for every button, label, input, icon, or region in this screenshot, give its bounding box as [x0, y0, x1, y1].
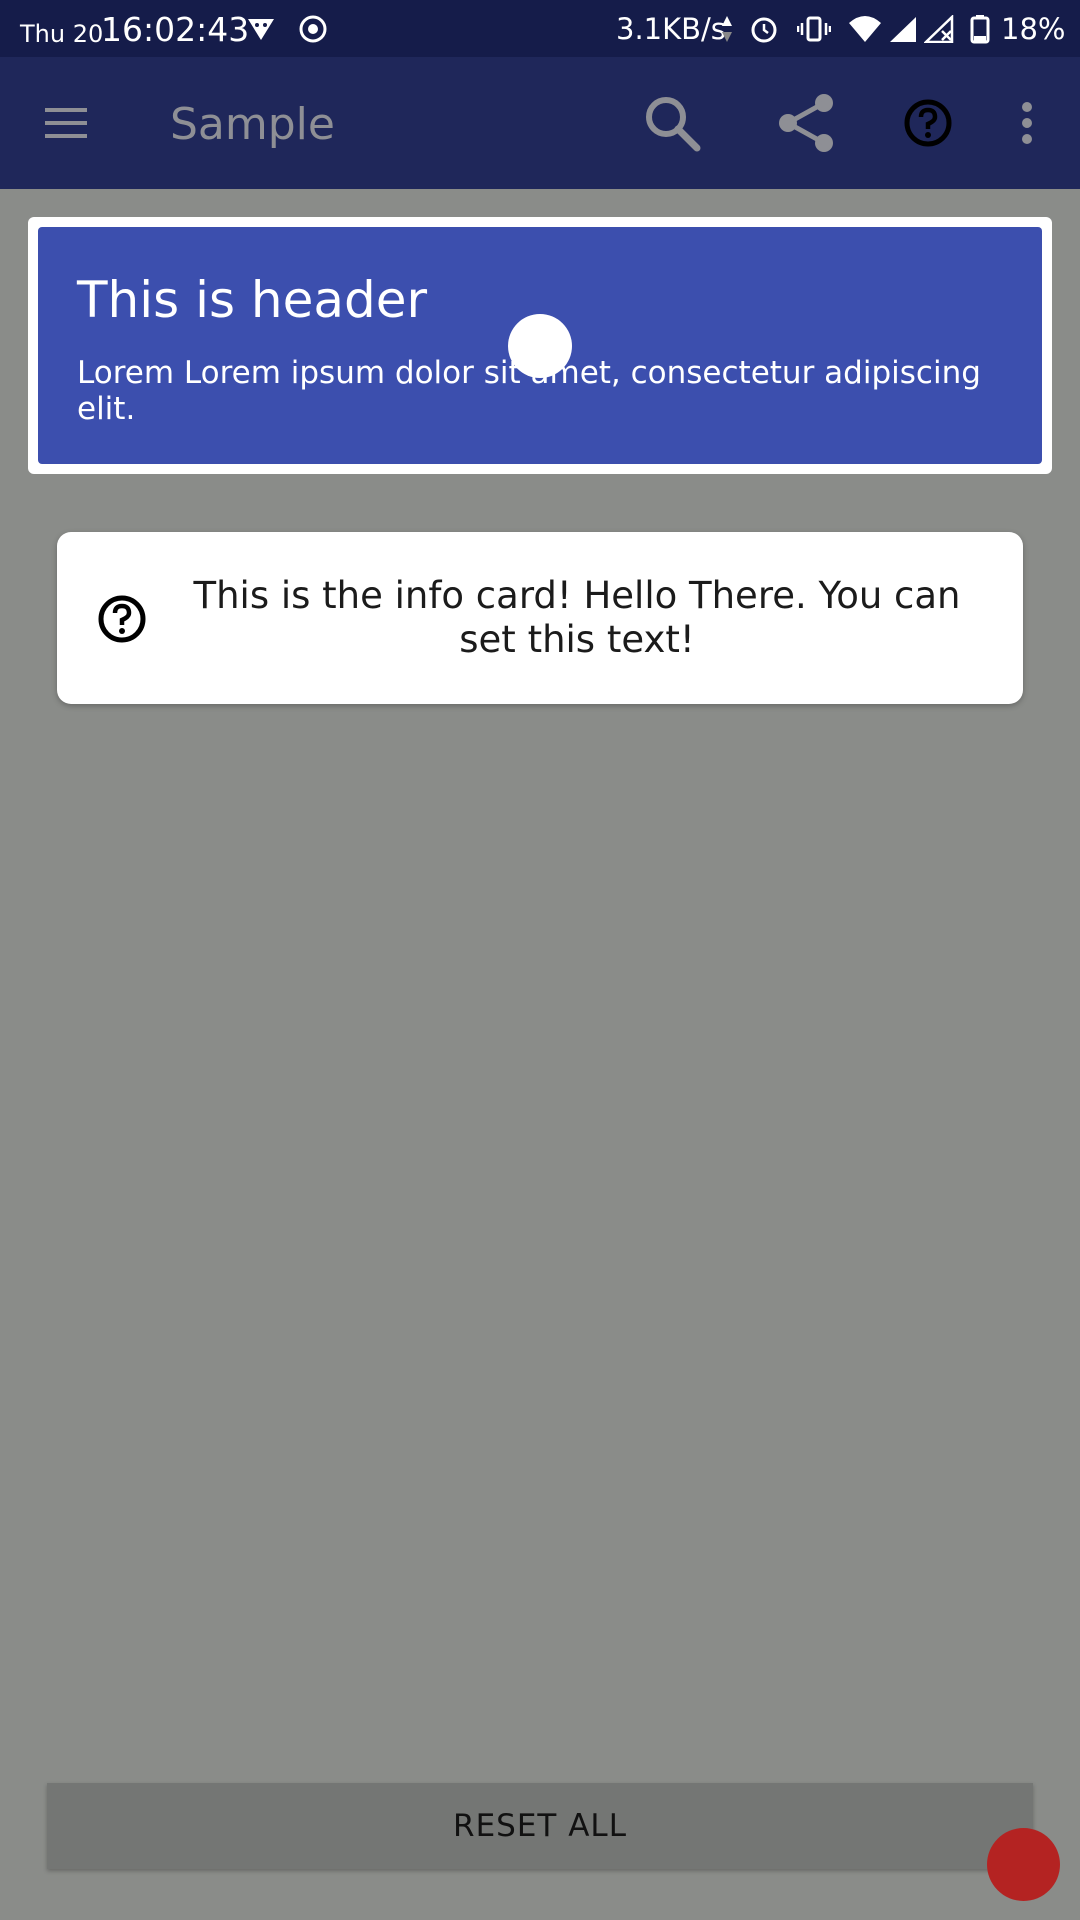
vpn-icon [244, 12, 278, 46]
app-title: Sample [170, 99, 335, 150]
touch-indicator [508, 314, 572, 378]
info-card[interactable]: This is the info card! Hello There. You … [57, 532, 1023, 704]
status-time: 16:02:43 [101, 10, 250, 49]
header-title: This is header [77, 271, 428, 329]
wifi-icon [848, 12, 882, 46]
search-icon[interactable] [636, 87, 708, 159]
network-speed: 3.1KB/s [616, 12, 726, 46]
status-day: Thu 20 [20, 20, 104, 48]
red-indicator [987, 1828, 1060, 1901]
app-bar: Sample [0, 57, 1080, 189]
battery-icon [963, 12, 997, 46]
vibrate-icon [797, 12, 831, 46]
battery-percent: 18% [1001, 12, 1066, 46]
data-arrows-icon [718, 12, 736, 46]
menu-icon[interactable] [30, 87, 102, 159]
alarm-icon [747, 12, 781, 46]
more-vert-icon[interactable] [991, 87, 1063, 159]
help-icon[interactable] [892, 87, 964, 159]
reset-all-button[interactable]: RESET ALL [47, 1783, 1033, 1869]
info-card-text: This is the info card! Hello There. You … [193, 574, 961, 661]
record-icon [296, 12, 330, 46]
signal-no-data-icon [922, 12, 956, 46]
share-icon[interactable] [770, 87, 842, 159]
help-circle-icon [97, 594, 147, 644]
status-bar: Thu 20 16:02:43 3.1KB/s 18% [0, 0, 1080, 57]
signal-icon [886, 12, 920, 46]
